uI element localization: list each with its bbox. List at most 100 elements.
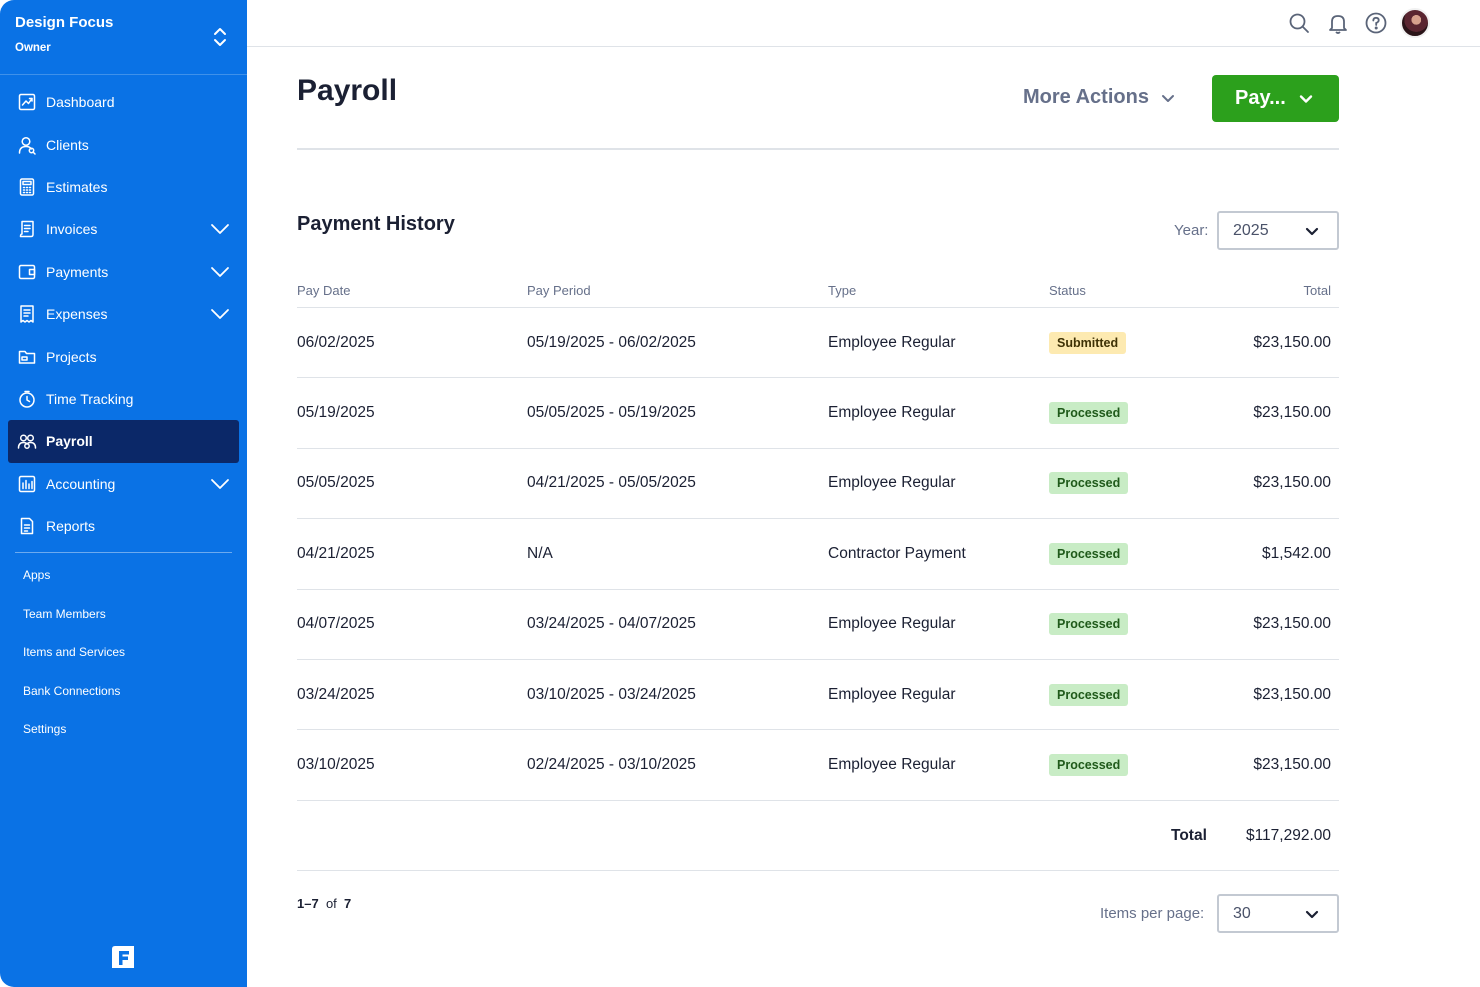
more-actions-button[interactable]: More Actions: [1023, 86, 1175, 109]
total-cell: $23,150.00: [1253, 333, 1331, 351]
pay-button[interactable]: Pay...: [1212, 75, 1339, 122]
sidebar-secondary-nav: Apps Team Members Items and Services Bank C…: [0, 556, 247, 749]
table-row[interactable]: 04/21/2025 N/A Contractor Payment Processed…: [297, 519, 1339, 590]
table-total-row: Total $117,292.00: [297, 801, 1339, 871]
column-header-pay-date[interactable]: Pay Date: [297, 283, 350, 298]
table-row[interactable]: 05/05/2025 04/21/2025 - 05/05/2025 Employe…: [297, 449, 1339, 520]
items-per-page-value: 30: [1233, 904, 1251, 922]
type-cell: Contractor Payment: [828, 544, 966, 562]
chevron-down-icon[interactable]: [210, 223, 230, 235]
column-header-pay-period[interactable]: Pay Period: [527, 283, 591, 298]
payroll-icon: [17, 434, 37, 450]
section-title: Payment History: [297, 213, 455, 235]
chevron-down-icon[interactable]: [210, 478, 230, 490]
sidebar-divider: [15, 552, 232, 553]
user-avatar[interactable]: [1400, 8, 1430, 38]
business-switcher[interactable]: Design Focus Owner: [0, 0, 247, 75]
items-per-page-select[interactable]: 30: [1217, 894, 1339, 933]
sidebar-item-payroll[interactable]: Payroll: [8, 420, 239, 463]
pay-period-cell: 05/05/2025 - 05/19/2025: [527, 404, 696, 422]
sidebar-item-projects[interactable]: Projects: [0, 335, 247, 377]
type-cell: Employee Regular: [828, 404, 956, 422]
status-cell: Submitted: [1049, 331, 1127, 354]
pay-date-cell: 04/21/2025: [297, 544, 375, 562]
total-cell: $23,150.00: [1253, 756, 1331, 774]
status-badge: Processed: [1049, 472, 1129, 495]
reports-icon: [20, 517, 34, 535]
status-badge: Submitted: [1049, 331, 1127, 354]
type-cell: Employee Regular: [828, 333, 956, 351]
year-select[interactable]: 2025: [1217, 211, 1339, 250]
status-cell: Processed: [1049, 683, 1129, 706]
table-row[interactable]: 06/02/2025 05/19/2025 - 06/02/2025 Employe…: [297, 308, 1339, 379]
status-cell: Processed: [1049, 402, 1129, 425]
switch-business-icon[interactable]: [210, 26, 230, 48]
sidebar-item-invoices[interactable]: Invoices: [0, 208, 247, 250]
status-cell: Processed: [1049, 754, 1129, 777]
table-row[interactable]: 03/24/2025 03/10/2025 - 03/24/2025 Employe…: [297, 660, 1339, 731]
chevron-down-icon: [1161, 94, 1174, 102]
total-cell: $23,150.00: [1253, 615, 1331, 633]
pay-date-cell: 05/19/2025: [297, 404, 375, 422]
pay-period-cell: 03/24/2025 - 04/07/2025: [527, 615, 696, 633]
column-header-type[interactable]: Type: [828, 283, 856, 298]
chevron-down-icon: [1299, 94, 1312, 103]
sidebar-link-team-members[interactable]: Team Members: [0, 595, 247, 634]
total-cell: $23,150.00: [1253, 685, 1331, 703]
sidebar-item-label: Clients: [46, 136, 89, 153]
pagination-of: of: [325, 896, 337, 911]
type-cell: Employee Regular: [828, 615, 956, 633]
table-row[interactable]: 04/07/2025 03/24/2025 - 04/07/2025 Employe…: [297, 590, 1339, 660]
chevron-down-icon[interactable]: [210, 266, 230, 278]
topbar: [247, 0, 1480, 47]
year-value: 2025: [1233, 221, 1269, 239]
column-header-status[interactable]: Status: [1049, 283, 1086, 298]
chevron-down-icon: [1305, 227, 1319, 236]
status-cell: Processed: [1049, 542, 1129, 565]
sidebar-item-expenses[interactable]: Expenses: [0, 293, 247, 335]
type-cell: Employee Regular: [828, 685, 956, 703]
table-row[interactable]: 05/19/2025 05/05/2025 - 05/19/2025 Employe…: [297, 378, 1339, 449]
help-icon[interactable]: [1364, 11, 1388, 35]
sidebar-link-bank-connections[interactable]: Bank Connections: [0, 672, 247, 711]
status-badge: Processed: [1049, 402, 1129, 425]
type-cell: Employee Regular: [828, 756, 956, 774]
sidebar-item-estimates[interactable]: Estimates: [0, 166, 247, 208]
page-title: Payroll: [297, 74, 398, 107]
pay-period-cell: 03/10/2025 - 03/24/2025: [527, 685, 696, 703]
chevron-down-icon[interactable]: [210, 308, 230, 320]
bell-icon[interactable]: [1326, 11, 1350, 35]
total-label: Total: [1171, 827, 1207, 844]
sidebar-link-settings[interactable]: Settings: [0, 710, 247, 749]
pagination-summary: 1–7 of 7: [297, 896, 351, 911]
sidebar-link-apps[interactable]: Apps: [0, 556, 247, 595]
sidebar-item-accounting[interactable]: Accounting: [0, 463, 247, 505]
business-name: Design Focus: [15, 14, 114, 31]
more-actions-label: More Actions: [1023, 86, 1149, 108]
status-cell: Processed: [1049, 472, 1129, 495]
total-cell: $23,150.00: [1253, 404, 1331, 422]
sidebar-item-label: Accounting: [46, 475, 116, 492]
column-header-total[interactable]: Total: [1304, 283, 1331, 298]
sidebar-item-clients[interactable]: Clients: [0, 123, 247, 165]
sidebar-item-reports[interactable]: Reports: [0, 505, 247, 547]
type-cell: Employee Regular: [828, 474, 956, 492]
sidebar-item-time-tracking[interactable]: Time Tracking: [0, 378, 247, 420]
pay-period-cell: N/A: [527, 544, 553, 562]
sidebar-item-label: Projects: [46, 348, 97, 365]
sidebar-item-payments[interactable]: Payments: [0, 251, 247, 293]
search-icon[interactable]: [1287, 11, 1311, 35]
sidebar-item-label: Dashboard: [46, 94, 115, 111]
pay-date-cell: 03/24/2025: [297, 685, 375, 703]
projects-icon: [18, 350, 36, 364]
pay-date-cell: 04/07/2025: [297, 615, 375, 633]
sidebar-link-items-and-services[interactable]: Items and Services: [0, 633, 247, 672]
sidebar-item-dashboard[interactable]: Dashboard: [0, 81, 247, 123]
sidebar-item-label: Payments: [46, 263, 109, 280]
freshbooks-logo-icon: [112, 946, 134, 968]
pay-date-cell: 06/02/2025: [297, 333, 375, 351]
sidebar-item-label: Reports: [46, 518, 96, 535]
accounting-icon: [18, 475, 36, 492]
table-row[interactable]: 03/10/2025 02/24/2025 - 03/10/2025 Employe…: [297, 730, 1339, 801]
pagination-count: 7: [344, 896, 352, 911]
